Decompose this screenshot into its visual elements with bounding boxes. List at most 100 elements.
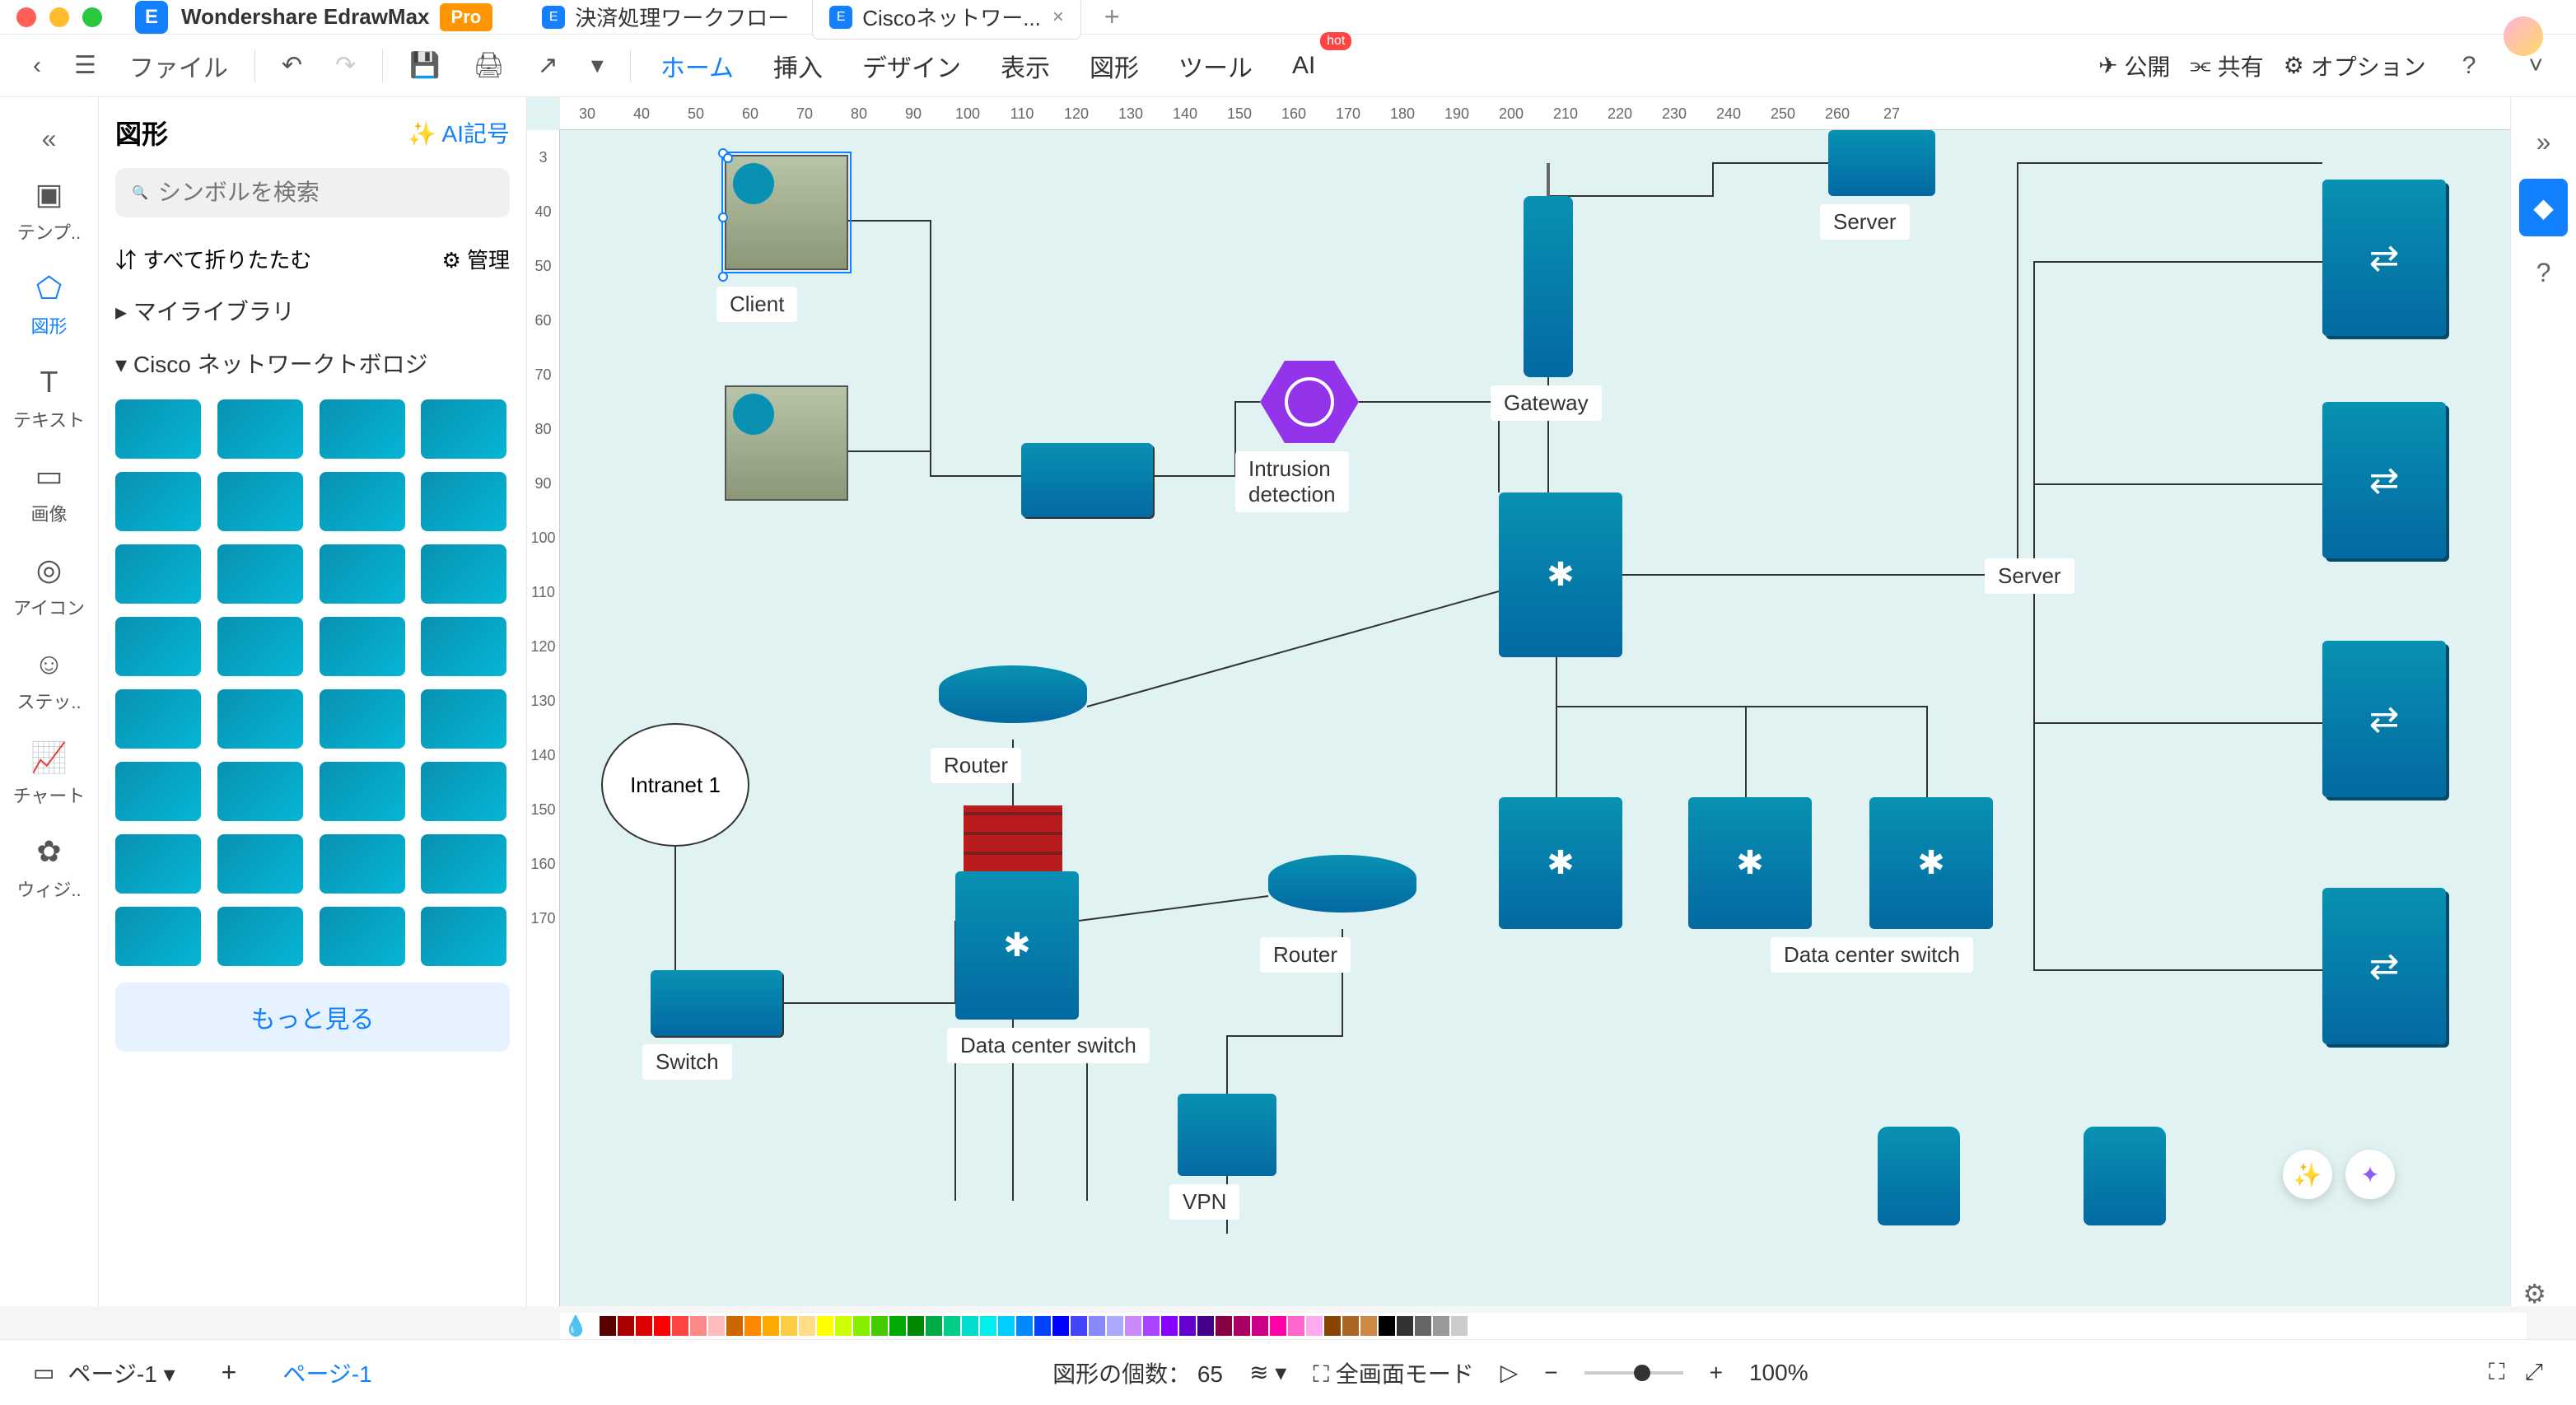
color-swatch[interactable] — [744, 1316, 761, 1336]
print-icon[interactable]: 🖨 — [464, 44, 515, 86]
color-swatch[interactable] — [1288, 1316, 1304, 1336]
shape-thumb[interactable] — [115, 399, 201, 459]
minimize-window[interactable] — [49, 7, 69, 27]
shape-thumb[interactable] — [115, 544, 201, 604]
sparkle-icon[interactable]: ✨ — [2283, 1150, 2332, 1199]
color-swatch[interactable] — [962, 1316, 978, 1336]
file-menu[interactable]: ファイル — [119, 41, 238, 91]
menu-design[interactable]: デザイン — [842, 41, 981, 91]
eyedropper-icon[interactable]: 💧 — [563, 1314, 588, 1338]
manage-button[interactable]: ⚙ 管理 — [441, 244, 510, 274]
node-core[interactable]: ✱ — [1499, 492, 1622, 657]
color-swatch[interactable] — [908, 1316, 924, 1336]
templates-tool[interactable]: ▣テンプ.. — [0, 164, 98, 258]
zoom-slider[interactable] — [1584, 1371, 1683, 1375]
shape-thumb[interactable] — [115, 617, 201, 676]
pages-icon[interactable]: ▭ — [33, 1359, 54, 1386]
color-swatch[interactable] — [690, 1316, 707, 1336]
shape-thumb[interactable] — [320, 834, 405, 894]
node-db2[interactable] — [2084, 1127, 2166, 1225]
shape-thumb[interactable] — [320, 399, 405, 459]
zoom-out-icon[interactable]: − — [1544, 1360, 1557, 1386]
color-swatch[interactable] — [600, 1316, 616, 1336]
color-swatch[interactable] — [1016, 1316, 1033, 1336]
close-icon[interactable]: × — [1052, 6, 1064, 29]
shape-thumb[interactable] — [320, 762, 405, 821]
shape-thumb[interactable] — [320, 617, 405, 676]
shape-thumb[interactable] — [115, 762, 201, 821]
shape-thumb[interactable] — [421, 689, 506, 749]
color-swatch[interactable] — [1379, 1316, 1395, 1336]
node-gateway[interactable] — [1524, 196, 1573, 377]
color-swatch[interactable] — [1143, 1316, 1160, 1336]
canvas[interactable]: ClientIntrusiondetectionGateway✱Intranet… — [560, 130, 2510, 1306]
color-swatch[interactable] — [1324, 1316, 1341, 1336]
color-swatch[interactable] — [1107, 1316, 1123, 1336]
color-swatch[interactable] — [1433, 1316, 1449, 1336]
node-id_node[interactable] — [1260, 361, 1359, 443]
dropdown-icon[interactable]: ▾ — [581, 44, 614, 86]
shape-thumb[interactable] — [421, 907, 506, 966]
shape-thumb[interactable] — [421, 399, 506, 459]
redo-button[interactable]: ↷ — [325, 44, 366, 86]
color-swatch[interactable] — [672, 1316, 688, 1336]
node-client2[interactable] — [725, 385, 848, 501]
color-swatch[interactable] — [1216, 1316, 1232, 1336]
shape-thumb[interactable] — [217, 907, 303, 966]
color-swatch[interactable] — [1197, 1316, 1214, 1336]
menu-home[interactable]: ホーム — [641, 41, 754, 91]
menu-ai[interactable]: AI — [1272, 45, 1335, 86]
color-swatch[interactable] — [799, 1316, 815, 1336]
export-icon[interactable]: ↗ — [528, 44, 568, 86]
color-swatch[interactable] — [1270, 1316, 1286, 1336]
node-dcs1[interactable]: ✱ — [955, 871, 1079, 1020]
fit-icon[interactable]: ⛶ — [2489, 1359, 2505, 1386]
node-firewall[interactable] — [964, 805, 1062, 871]
shape-thumb[interactable] — [217, 544, 303, 604]
save-icon[interactable]: 💾 — [399, 44, 450, 86]
shape-thumb[interactable] — [217, 472, 303, 531]
fullscreen-button[interactable]: ⛶ 全画面モード — [1313, 1356, 1473, 1389]
color-swatch[interactable] — [726, 1316, 743, 1336]
color-swatch[interactable] — [1089, 1316, 1105, 1336]
color-swatch[interactable] — [1451, 1316, 1468, 1336]
shape-thumb[interactable] — [115, 834, 201, 894]
node-dcs2c[interactable]: ✱ — [1869, 797, 1993, 929]
node-rack2[interactable]: ⇄ — [2322, 402, 2446, 558]
zoom-level[interactable]: 100% — [1749, 1360, 1808, 1386]
color-swatch[interactable] — [1234, 1316, 1250, 1336]
tab-2-active[interactable]: E Ciscoネットワー... × — [812, 0, 1081, 40]
node-rack1[interactable]: ⇄ — [2322, 180, 2446, 336]
collapse-right-icon[interactable]: » — [2511, 114, 2576, 170]
color-swatch[interactable] — [980, 1316, 996, 1336]
shape-thumb[interactable] — [320, 689, 405, 749]
shape-thumb[interactable] — [217, 617, 303, 676]
play-icon[interactable]: ▷ — [1500, 1359, 1519, 1386]
shape-thumb[interactable] — [421, 472, 506, 531]
menu-view[interactable]: 表示 — [981, 41, 1070, 91]
shapes-tool[interactable]: ⬠図形 — [0, 258, 98, 352]
color-swatch[interactable] — [889, 1316, 906, 1336]
search-box[interactable]: 🔍 — [115, 168, 510, 217]
color-swatch[interactable] — [636, 1316, 652, 1336]
node-switch1[interactable] — [1021, 443, 1153, 517]
text-tool[interactable]: Tテキスト — [0, 352, 98, 446]
color-swatch[interactable] — [998, 1316, 1015, 1336]
widget-tool[interactable]: ✿ウィジ.. — [0, 821, 98, 915]
shape-thumb[interactable] — [217, 762, 303, 821]
add-page-button[interactable]: + — [222, 1357, 237, 1388]
color-swatch[interactable] — [1469, 1316, 1486, 1336]
shape-thumb[interactable] — [217, 399, 303, 459]
my-library-section[interactable]: ▸ マイライブラリ — [115, 284, 510, 337]
color-swatch[interactable] — [763, 1316, 779, 1336]
shape-thumb[interactable] — [115, 472, 201, 531]
node-rack4[interactable]: ⇄ — [2322, 888, 2446, 1044]
expand-icon[interactable]: ⤢ — [2525, 1359, 2543, 1386]
menu-tools[interactable]: ツール — [1159, 41, 1272, 91]
color-swatch[interactable] — [871, 1316, 888, 1336]
color-swatch[interactable] — [654, 1316, 670, 1336]
undo-button[interactable]: ↶ — [272, 44, 312, 86]
help-icon[interactable]: ? — [2452, 45, 2486, 86]
shape-thumb[interactable] — [115, 689, 201, 749]
shape-thumb[interactable] — [421, 544, 506, 604]
